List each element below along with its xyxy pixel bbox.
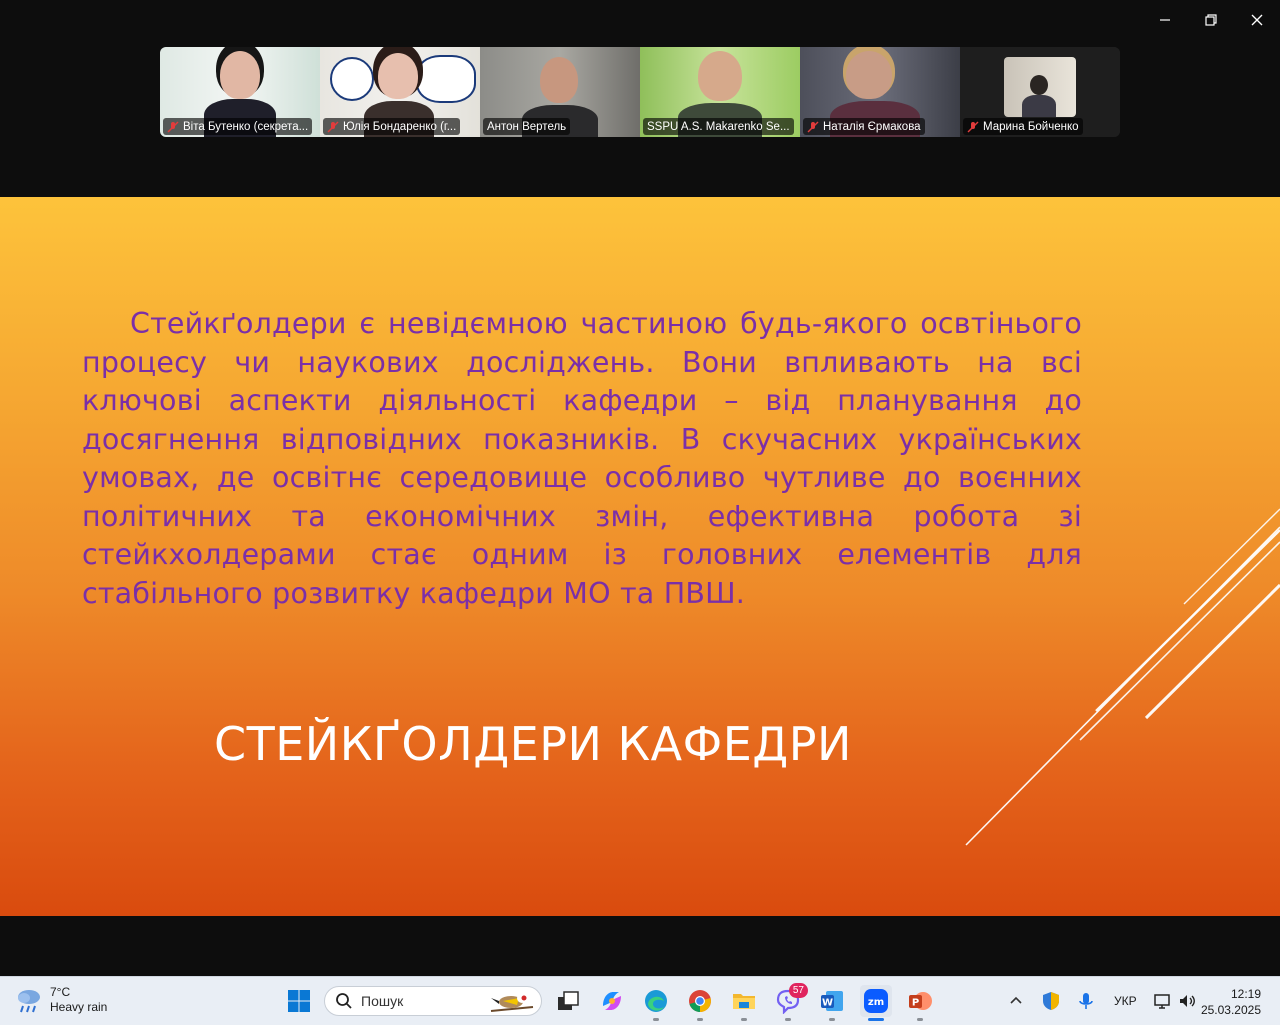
edge-icon (645, 990, 667, 1012)
system-tray: УКР (1006, 977, 1197, 1025)
windows-logo-icon (288, 990, 310, 1012)
participant-name: Марина Бойченко (983, 120, 1079, 133)
taskbar: 7°C Heavy rain Пошук 57 W zm P УКР 12:19… (0, 976, 1280, 1025)
minimize-icon (1160, 19, 1170, 21)
mic-muted-icon (967, 121, 979, 132)
rain-cloud-icon (18, 990, 40, 1013)
powerpoint-button[interactable]: P (904, 985, 936, 1021)
slide-title: СТЕЙКҐОЛДЕРИ КАФЕДРИ (214, 717, 852, 771)
participant-name: Юлія Бондаренко (г... (343, 120, 457, 133)
slide-paragraph: Стейкґолдери є невідємною частиною будь-… (82, 307, 1082, 610)
weather-widget[interactable]: 7°C Heavy rain (14, 985, 107, 1015)
chevron-up-icon[interactable] (1006, 991, 1026, 1011)
goldfinch-bird-icon (490, 993, 534, 1012)
restore-icon (1205, 14, 1217, 26)
participant-tile[interactable]: Наталія Єрмакова (800, 47, 960, 137)
task-view-button[interactable] (552, 985, 584, 1017)
viber-button[interactable]: 57 (772, 983, 808, 1021)
participant-name-tag: Марина Бойченко (963, 118, 1083, 135)
logo-badge (416, 55, 476, 103)
start-button[interactable] (283, 985, 315, 1017)
volume-icon[interactable] (1177, 991, 1197, 1011)
shared-presentation-slide: Стейкґолдери є невідємною частиною будь-… (0, 197, 1280, 916)
search-placeholder: Пошук (361, 993, 404, 1009)
video-thumbnail (1004, 57, 1076, 117)
zoom-button[interactable]: zm (860, 985, 892, 1021)
microphone-icon[interactable] (1076, 991, 1096, 1011)
participant-tile[interactable]: Марина Бойченко (960, 47, 1120, 137)
taskbar-search[interactable]: Пошук (324, 986, 542, 1016)
participant-tile[interactable]: Антон Вертель (480, 47, 640, 137)
restore-button[interactable] (1188, 0, 1234, 40)
logo-badge (330, 57, 374, 101)
participant-tile-active-speaker[interactable]: SSPU A.S. Makarenko Se... (640, 47, 800, 137)
mic-muted-icon (167, 121, 179, 132)
taskbar-clock[interactable]: 12:19 25.03.2025 (1201, 986, 1261, 1018)
participant-video-strip: Віта Бутенко (секрета... Юлія Бондаренко… (160, 47, 1120, 137)
search-icon (336, 993, 352, 1009)
chrome-browser-button[interactable] (684, 985, 716, 1021)
security-shield-icon[interactable] (1040, 990, 1062, 1012)
window-controls (1142, 0, 1280, 40)
zoom-icon: zm (864, 989, 888, 1013)
word-button[interactable]: W (816, 985, 848, 1021)
task-view-icon (558, 991, 579, 1010)
participant-name: Антон Вертель (487, 120, 567, 133)
input-language-indicator[interactable]: УКР (1114, 994, 1137, 1008)
weather-temperature: 7°C (50, 985, 71, 999)
participant-name: Віта Бутенко (секрета... (183, 120, 309, 133)
copilot-icon (603, 992, 621, 1010)
powerpoint-icon: P (909, 992, 932, 1010)
participant-name-tag: Юлія Бондаренко (г... (323, 118, 461, 135)
svg-text:zm: zm (868, 997, 884, 1008)
file-explorer-button[interactable] (728, 985, 760, 1021)
edge-browser-button[interactable] (640, 985, 672, 1021)
close-icon (1251, 14, 1263, 26)
mic-muted-icon (807, 121, 819, 132)
participant-name-tag: Наталія Єрмакова (803, 118, 925, 135)
notification-badge: 57 (788, 983, 808, 998)
copilot-button[interactable] (596, 985, 628, 1017)
chrome-icon (689, 990, 711, 1012)
participant-tile[interactable]: Віта Бутенко (секрета... (160, 47, 320, 137)
participant-name: SSPU A.S. Makarenko Se... (647, 120, 790, 133)
participant-tile[interactable]: Юлія Бондаренко (г... (320, 47, 480, 137)
minimize-button[interactable] (1142, 0, 1188, 40)
clock-date: 25.03.2025 (1200, 1003, 1261, 1017)
participant-name-tag: SSPU A.S. Makarenko Se... (643, 118, 794, 135)
participant-name: Наталія Єрмакова (823, 120, 921, 133)
participant-name-tag: Антон Вертель (483, 118, 571, 135)
mic-muted-icon (327, 121, 339, 132)
weather-description: Heavy rain (50, 1000, 108, 1014)
folder-icon (733, 994, 755, 1009)
network-icon[interactable] (1153, 991, 1173, 1011)
clock-time: 12:19 (1230, 987, 1261, 1001)
word-icon: W (821, 991, 843, 1011)
participant-name-tag: Віта Бутенко (секрета... (163, 118, 313, 135)
close-button[interactable] (1234, 0, 1280, 40)
svg-text:W: W (822, 998, 833, 1009)
svg-text:P: P (912, 998, 919, 1009)
